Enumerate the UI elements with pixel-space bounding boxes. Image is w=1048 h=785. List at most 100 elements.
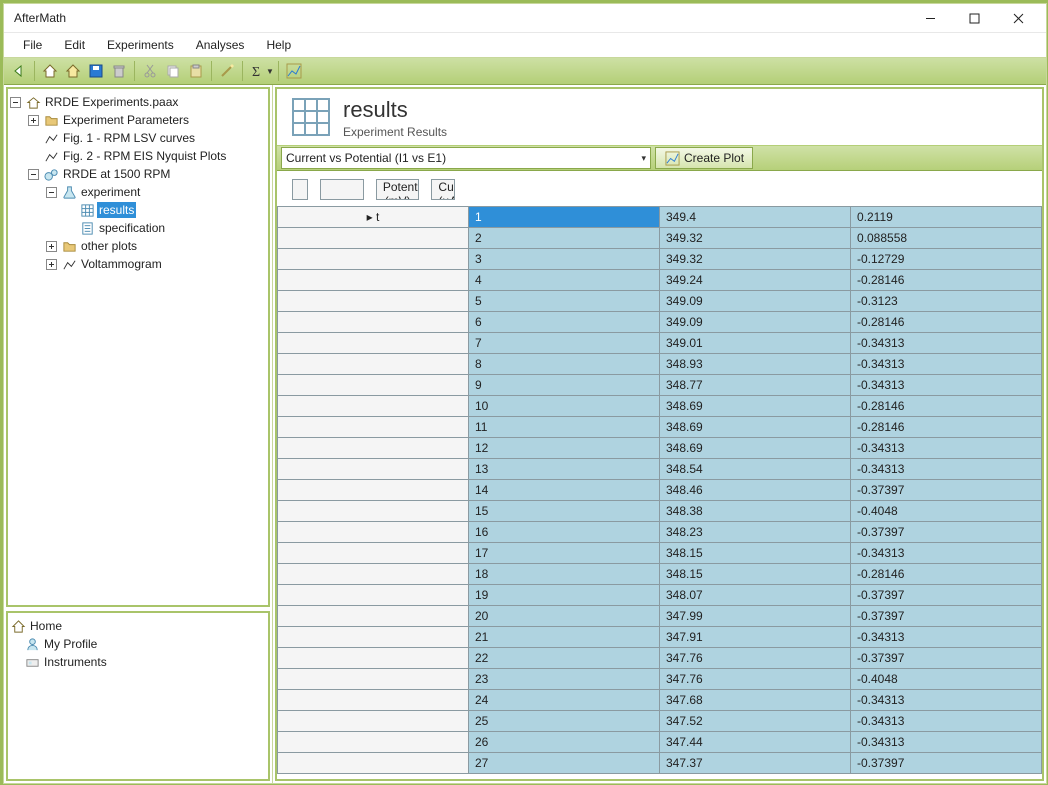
cell-index[interactable]: 20 <box>469 606 660 627</box>
cell-index[interactable]: 5 <box>469 291 660 312</box>
tree-item-results[interactable]: results <box>10 201 266 219</box>
cell-current[interactable]: -0.34313 <box>851 732 1042 753</box>
cell-current[interactable]: -0.37397 <box>851 480 1042 501</box>
cell-potential[interactable]: 349.09 <box>660 312 851 333</box>
cell-potential[interactable]: 348.54 <box>660 459 851 480</box>
expand-icon[interactable] <box>46 259 57 270</box>
cell-potential[interactable]: 348.38 <box>660 501 851 522</box>
trash-icon[interactable] <box>108 60 130 82</box>
tree-item[interactable]: Voltammogram <box>10 255 266 273</box>
cell-current[interactable]: -0.34313 <box>851 459 1042 480</box>
collapse-icon[interactable] <box>46 187 57 198</box>
row-header[interactable] <box>278 291 469 312</box>
tree-item[interactable]: specification <box>10 219 266 237</box>
cell-current[interactable]: -0.37397 <box>851 606 1042 627</box>
row-header[interactable]: ▸ t <box>278 207 469 228</box>
cell-index[interactable]: 12 <box>469 438 660 459</box>
cell-potential[interactable]: 348.46 <box>660 480 851 501</box>
row-header[interactable] <box>278 459 469 480</box>
cell-potential[interactable]: 349.09 <box>660 291 851 312</box>
row-header[interactable] <box>278 249 469 270</box>
archive-tree[interactable]: RRDE Experiments.paax Experiment Paramet… <box>6 87 270 607</box>
home-icon[interactable] <box>39 60 61 82</box>
col-index[interactable] <box>320 179 364 200</box>
cell-index[interactable]: 23 <box>469 669 660 690</box>
row-header[interactable] <box>278 438 469 459</box>
cell-index[interactable]: 22 <box>469 648 660 669</box>
cell-index[interactable]: 11 <box>469 417 660 438</box>
cell-current[interactable]: -0.34313 <box>851 711 1042 732</box>
cell-index[interactable]: 4 <box>469 270 660 291</box>
cell-potential[interactable]: 347.37 <box>660 753 851 774</box>
cell-index[interactable]: 25 <box>469 711 660 732</box>
cell-index[interactable]: 24 <box>469 690 660 711</box>
cell-current[interactable]: 0.2119 <box>851 207 1042 228</box>
cell-current[interactable]: -0.34313 <box>851 438 1042 459</box>
cell-potential[interactable]: 349.32 <box>660 228 851 249</box>
data-grid[interactable]: Potential (mV) Current (µA) ▸ t1349.40.2… <box>277 171 1042 779</box>
tree-item[interactable]: Experiment Parameters <box>10 111 266 129</box>
cell-current[interactable]: -0.37397 <box>851 648 1042 669</box>
row-header[interactable] <box>278 228 469 249</box>
cell-current[interactable]: -0.4048 <box>851 669 1042 690</box>
cell-current[interactable]: -0.37397 <box>851 522 1042 543</box>
cell-index[interactable]: 17 <box>469 543 660 564</box>
cell-index[interactable]: 21 <box>469 627 660 648</box>
row-header[interactable] <box>278 585 469 606</box>
expand-icon[interactable] <box>28 115 39 126</box>
cell-current[interactable]: -0.3123 <box>851 291 1042 312</box>
cell-potential[interactable]: 348.93 <box>660 354 851 375</box>
row-header[interactable] <box>278 354 469 375</box>
menu-edit[interactable]: Edit <box>55 35 94 55</box>
cell-potential[interactable]: 349.32 <box>660 249 851 270</box>
plot-type-dropdown[interactable]: Current vs Potential (I1 vs E1) ▾ <box>281 147 651 169</box>
row-header[interactable] <box>278 564 469 585</box>
cell-index[interactable]: 16 <box>469 522 660 543</box>
row-header[interactable] <box>278 501 469 522</box>
cell-current[interactable]: -0.28146 <box>851 270 1042 291</box>
menu-analyses[interactable]: Analyses <box>187 35 254 55</box>
cell-potential[interactable]: 349.4 <box>660 207 851 228</box>
cell-potential[interactable]: 347.52 <box>660 711 851 732</box>
cell-current[interactable]: -0.28146 <box>851 417 1042 438</box>
cell-current[interactable]: -0.28146 <box>851 312 1042 333</box>
collapse-icon[interactable] <box>28 169 39 180</box>
cell-current[interactable]: -0.34313 <box>851 354 1042 375</box>
cell-potential[interactable]: 348.15 <box>660 564 851 585</box>
collapse-icon[interactable] <box>10 97 21 108</box>
wizard-icon[interactable] <box>216 60 238 82</box>
minimize-button[interactable] <box>908 4 952 32</box>
cell-current[interactable]: -0.34313 <box>851 627 1042 648</box>
cell-index[interactable]: 18 <box>469 564 660 585</box>
nav-instruments[interactable]: Instruments <box>10 653 266 671</box>
row-header[interactable] <box>278 396 469 417</box>
cell-potential[interactable]: 348.07 <box>660 585 851 606</box>
cell-potential[interactable]: 347.76 <box>660 648 851 669</box>
row-header[interactable] <box>278 732 469 753</box>
cell-index[interactable]: 7 <box>469 333 660 354</box>
cell-index[interactable]: 26 <box>469 732 660 753</box>
tree-item[interactable]: experiment <box>10 183 266 201</box>
cell-current[interactable]: -0.34313 <box>851 690 1042 711</box>
cell-potential[interactable]: 348.69 <box>660 396 851 417</box>
cell-potential[interactable]: 348.77 <box>660 375 851 396</box>
cell-current[interactable]: -0.34313 <box>851 375 1042 396</box>
cell-current[interactable]: -0.12729 <box>851 249 1042 270</box>
home2-icon[interactable] <box>62 60 84 82</box>
cell-potential[interactable]: 347.76 <box>660 669 851 690</box>
row-header[interactable] <box>278 627 469 648</box>
row-header[interactable] <box>278 375 469 396</box>
nav-profile[interactable]: My Profile <box>10 635 266 653</box>
row-header[interactable] <box>278 480 469 501</box>
cell-potential[interactable]: 348.15 <box>660 543 851 564</box>
tree-item[interactable]: Fig. 1 - RPM LSV curves <box>10 129 266 147</box>
cell-potential[interactable]: 349.01 <box>660 333 851 354</box>
cell-current[interactable]: -0.28146 <box>851 396 1042 417</box>
cell-index[interactable]: 3 <box>469 249 660 270</box>
row-header[interactable] <box>278 711 469 732</box>
row-header[interactable] <box>278 270 469 291</box>
cell-potential[interactable]: 349.24 <box>660 270 851 291</box>
row-header[interactable] <box>278 690 469 711</box>
cell-index[interactable]: 27 <box>469 753 660 774</box>
row-header[interactable] <box>278 417 469 438</box>
